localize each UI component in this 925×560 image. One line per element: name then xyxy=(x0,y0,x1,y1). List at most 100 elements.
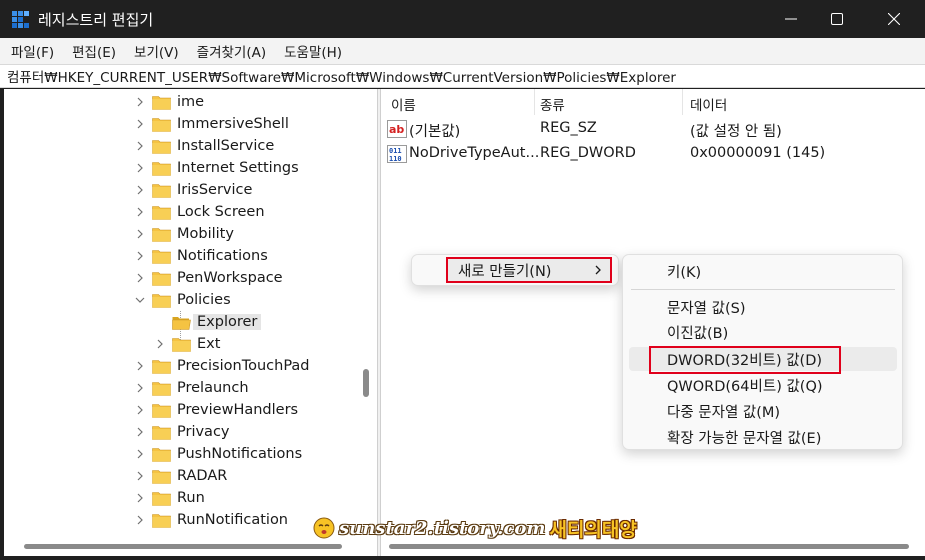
menu-edit[interactable]: 편집(E) xyxy=(63,41,125,61)
submenu-item-expandstring[interactable]: 확장 가능한 문자열 값(E) xyxy=(667,427,821,449)
tree-horizontal-scrollbar[interactable] xyxy=(24,544,342,549)
tree-item[interactable]: Privacy xyxy=(134,421,230,443)
open-folder-icon xyxy=(172,315,191,330)
column-divider[interactable] xyxy=(682,89,683,115)
key-tree[interactable]: ime ImmersiveShell InstallService Internet … xyxy=(4,89,377,556)
svg-text:110: 110 xyxy=(389,155,402,163)
menu-bar: 파일(F) 편집(E) 보기(V) 즐겨찾기(A) 도움말(H) xyxy=(0,38,925,64)
tree-item[interactable]: RunNotification xyxy=(134,509,288,531)
folder-icon xyxy=(152,117,171,132)
folder-icon xyxy=(172,337,191,352)
menu-view[interactable]: 보기(V) xyxy=(125,41,188,61)
tree-item[interactable]: InstallService xyxy=(134,135,274,157)
context-menu: 새로 만들기(N) xyxy=(411,254,619,286)
folder-icon xyxy=(152,491,171,506)
chevron-right-icon[interactable] xyxy=(134,118,146,130)
submenu-item-multistring[interactable]: 다중 문자열 값(M) xyxy=(667,401,780,423)
chevron-right-icon[interactable] xyxy=(134,448,146,460)
tree-item-label: Prelaunch xyxy=(177,380,249,396)
chevron-right-icon[interactable] xyxy=(134,492,146,504)
chevron-right-icon[interactable] xyxy=(154,338,166,350)
chevron-right-icon[interactable] xyxy=(134,272,146,284)
chevron-right-icon[interactable] xyxy=(134,470,146,482)
tree-item[interactable]: PrecisionTouchPad xyxy=(134,355,310,377)
chevron-right-icon[interactable] xyxy=(134,184,146,196)
folder-icon xyxy=(152,381,171,396)
chevron-right-icon[interactable] xyxy=(134,140,146,152)
chevron-right-icon[interactable] xyxy=(134,382,146,394)
tree-item-label: PenWorkspace xyxy=(177,270,283,286)
column-type-header[interactable]: 종류 xyxy=(540,94,565,114)
column-divider[interactable] xyxy=(534,89,535,115)
chevron-right-icon[interactable] xyxy=(134,514,146,526)
chevron-right-icon xyxy=(595,265,601,275)
submenu-item-binary[interactable]: 이진값(B) xyxy=(667,322,728,344)
tree-vertical-scrollbar[interactable] xyxy=(363,369,369,397)
tree-item[interactable]: Notifications xyxy=(134,245,268,267)
tree-item[interactable]: IrisService xyxy=(134,179,252,201)
tree-item[interactable]: Lock Screen xyxy=(134,201,265,223)
minimize-button[interactable] xyxy=(768,0,814,38)
tree-item-label: ImmersiveShell xyxy=(177,116,289,132)
close-button[interactable] xyxy=(871,0,917,38)
watermark-name: 새티의태양 xyxy=(549,518,637,541)
tree-item-label: Internet Settings xyxy=(177,160,299,176)
tree-item-label: PushNotifications xyxy=(177,446,303,462)
value-name: NoDriveTypeAut... xyxy=(409,145,540,161)
chevron-right-icon[interactable] xyxy=(134,162,146,174)
tree-item[interactable]: Prelaunch xyxy=(134,377,249,399)
tree-item[interactable]: RADAR xyxy=(134,465,227,487)
maximize-button[interactable] xyxy=(814,0,860,38)
folder-icon xyxy=(152,271,171,286)
submenu-item-qword[interactable]: QWORD(64비트) 값(Q) xyxy=(667,375,823,397)
tree-item-label: Policies xyxy=(177,292,231,308)
chevron-right-icon[interactable] xyxy=(134,96,146,108)
maximize-icon xyxy=(831,13,843,25)
tree-item-label: PreviewHandlers xyxy=(177,402,299,418)
tree-item-label: InstallService xyxy=(177,138,275,154)
tree-item[interactable]: Explorer xyxy=(154,311,262,333)
submenu-item-string[interactable]: 문자열 값(S) xyxy=(667,297,746,319)
chevron-right-icon[interactable] xyxy=(134,250,146,262)
tree-item-label: RunNotification xyxy=(177,512,289,528)
folder-icon xyxy=(152,95,171,110)
tree-item[interactable]: PreviewHandlers xyxy=(134,399,298,421)
tree-item[interactable]: PushNotifications xyxy=(134,443,302,465)
tree-item-label: PrecisionTouchPad xyxy=(177,358,310,374)
value-row[interactable]: ab (기본값) REG_SZ (값 설정 안 됨) xyxy=(381,117,925,141)
menu-help[interactable]: 도움말(H) xyxy=(275,41,351,61)
tree-item[interactable]: ImmersiveShell xyxy=(134,113,289,135)
chevron-right-icon[interactable] xyxy=(134,404,146,416)
tree-item[interactable]: Run xyxy=(134,487,205,509)
new-menu-item[interactable]: 새로 만들기(N) xyxy=(446,257,612,283)
value-row[interactable]: 011 110 NoDriveTypeAut... REG_DWORD 0x00… xyxy=(381,142,925,166)
chevron-down-icon[interactable] xyxy=(134,294,146,306)
minimize-icon xyxy=(785,18,797,20)
tree-item[interactable]: Ext xyxy=(154,333,220,355)
submenu-item-key[interactable]: 키(K) xyxy=(667,261,701,283)
tree-item[interactable]: Internet Settings xyxy=(134,157,299,179)
tree-item[interactable]: ime xyxy=(134,91,204,113)
menu-favorites[interactable]: 즐겨찾기(A) xyxy=(188,41,275,61)
column-name-header[interactable]: 이름 xyxy=(391,94,416,114)
submenu-separator xyxy=(631,289,895,290)
address-bar[interactable]: 컴퓨터₩HKEY_CURRENT_USER₩Software₩Microsoft… xyxy=(0,64,925,88)
folder-icon xyxy=(152,249,171,264)
tree-item-label: IrisService xyxy=(177,182,253,198)
chevron-right-icon[interactable] xyxy=(134,206,146,218)
tree-item[interactable]: Policies xyxy=(134,289,231,311)
tree-item[interactable]: Mobility xyxy=(134,223,234,245)
tree-item-label: Explorer xyxy=(193,314,262,330)
chevron-right-icon[interactable] xyxy=(134,426,146,438)
menu-file[interactable]: 파일(F) xyxy=(2,41,63,61)
chevron-right-icon[interactable] xyxy=(134,360,146,372)
chevron-right-icon[interactable] xyxy=(134,228,146,240)
folder-icon xyxy=(152,205,171,220)
list-horizontal-scrollbar[interactable] xyxy=(389,544,909,549)
folder-icon xyxy=(152,513,171,528)
column-data-header[interactable]: 데이터 xyxy=(690,94,727,114)
tree-item[interactable]: PenWorkspace xyxy=(134,267,283,289)
svg-text:011: 011 xyxy=(389,147,402,155)
folder-icon xyxy=(152,293,171,308)
folder-icon xyxy=(152,161,171,176)
